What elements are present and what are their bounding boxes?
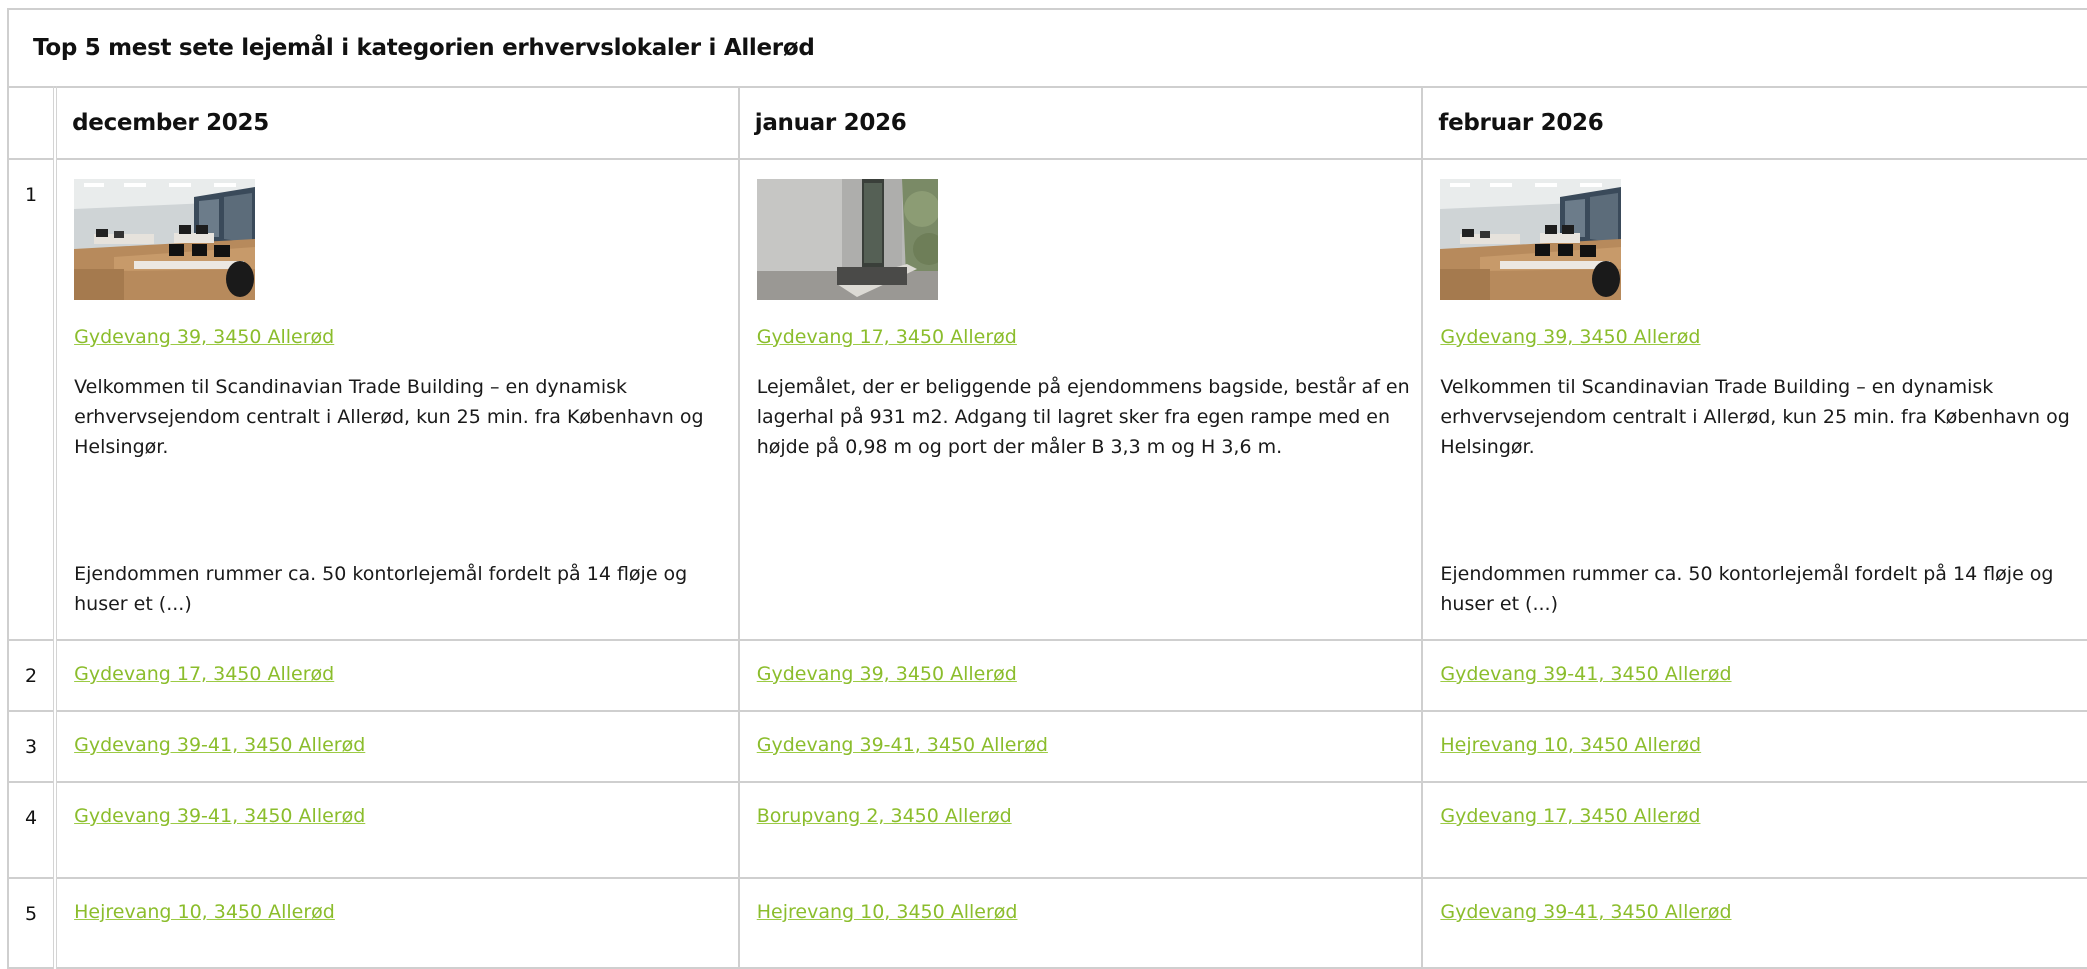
listing-link[interactable]: Gydevang 39, 3450 Allerød [757,663,1017,685]
month-header-cell: december 2025 [54,86,740,160]
rank-number: 3 [6,710,58,783]
listing-description: Velkommen til Scandinavian Trade Buildin… [74,372,738,619]
listing-link[interactable]: Gydevang 39-41, 3450 Allerød [1440,901,1731,923]
title-bar: Top 5 mest sete lejemål i kategorien erh… [9,10,2087,88]
listing-link[interactable]: Gydevang 39, 3450 Allerød [74,326,334,348]
listing-description: Velkommen til Scandinavian Trade Buildin… [1440,372,2087,619]
listing-link[interactable]: Gydevang 39-41, 3450 Allerød [74,805,365,827]
listing-cell: Gydevang 17, 3450 Allerød [1421,781,2087,879]
listing-cell: Hejrevang 10, 3450 Allerød [1421,710,2087,783]
listing-cell: Gydevang 39, 3450 Allerød Velkommen til … [54,158,740,641]
month-label: februar 2026 [1438,110,1604,136]
listing-link[interactable]: Gydevang 39-41, 3450 Allerød [1440,663,1731,685]
listing-link[interactable]: Hejrevang 10, 3450 Allerød [74,901,335,923]
table-row: 2 Gydevang 17, 3450 Allerød Gydevang 39,… [6,639,2087,712]
month-label: december 2025 [72,110,269,136]
office-interior-photo[interactable] [74,179,255,300]
listing-cell: Gydevang 39-41, 3450 Allerød [737,710,1424,783]
listing-link[interactable]: Gydevang 17, 3450 Allerød [1440,805,1700,827]
listing-cell: Hejrevang 10, 3450 Allerød [737,877,1424,969]
month-label: januar 2026 [754,110,907,136]
month-header-cell: januar 2026 [737,86,1424,160]
listing-description: Lejemålet, der er beliggende på ejendomm… [757,372,1422,462]
listing-cell: Borupvang 2, 3450 Allerød [737,781,1424,879]
description-paragraph: Velkommen til Scandinavian Trade Buildin… [74,376,704,458]
description-paragraph: Velkommen til Scandinavian Trade Buildin… [1440,376,2070,458]
month-header-row: december 2025 januar 2026 februar 2026 [6,86,2087,160]
description-paragraph: Ejendommen rummer ca. 50 kontorlejemål f… [74,563,688,615]
listing-cell: Gydevang 39, 3450 Allerød Velkommen til … [1421,158,2087,641]
rank-number: 2 [6,639,58,712]
listing-link[interactable]: Gydevang 17, 3450 Allerød [74,663,334,685]
listing-link[interactable]: Hejrevang 10, 3450 Allerød [757,901,1018,923]
listing-link[interactable]: Gydevang 17, 3450 Allerød [757,326,1017,348]
listing-cell: Gydevang 39-41, 3450 Allerød [1421,877,2087,969]
rank-number: 4 [6,781,58,879]
table-row: 1 Gydevang 39, 3450 Allerød Velkommen ti… [6,158,2087,641]
listing-cell: Hejrevang 10, 3450 Allerød [54,877,740,969]
listing-cell: Gydevang 39, 3450 Allerød [737,639,1424,712]
table-row: 4 Gydevang 39-41, 3450 Allerød Borupvang… [6,781,2087,879]
listing-cell: Gydevang 39-41, 3450 Allerød [54,710,740,783]
listing-link[interactable]: Borupvang 2, 3450 Allerød [757,805,1012,827]
top5-widget: Top 5 mest sete lejemål i kategorien erh… [6,8,2087,969]
listing-cell: Gydevang 39-41, 3450 Allerød [1421,639,2087,712]
rank-number: 1 [6,158,58,641]
listing-link[interactable]: Hejrevang 10, 3450 Allerød [1440,734,1701,756]
rank-header-cell [6,86,58,160]
description-paragraph: Ejendommen rummer ca. 50 kontorlejemål f… [1440,563,2054,615]
widget-title: Top 5 mest sete lejemål i kategorien erh… [33,35,815,61]
month-header-cell: februar 2026 [1421,86,2087,160]
table-row: 3 Gydevang 39-41, 3450 Allerød Gydevang … [6,710,2087,783]
warehouse-ramp-photo[interactable] [757,179,938,300]
rank-number: 5 [6,877,58,969]
listing-cell: Gydevang 17, 3450 Allerød Lejemålet, der… [737,158,1424,641]
office-interior-photo[interactable] [1440,179,1621,300]
listing-link[interactable]: Gydevang 39-41, 3450 Allerød [74,734,365,756]
listing-cell: Gydevang 39-41, 3450 Allerød [54,781,740,879]
ranking-table: december 2025 januar 2026 februar 2026 1… [6,86,2087,969]
table-row: 5 Hejrevang 10, 3450 Allerød Hejrevang 1… [6,877,2087,969]
listing-link[interactable]: Gydevang 39, 3450 Allerød [1440,326,1700,348]
listing-link[interactable]: Gydevang 39-41, 3450 Allerød [757,734,1048,756]
description-paragraph: Lejemålet, der er beliggende på ejendomm… [756,376,1410,458]
listing-cell: Gydevang 17, 3450 Allerød [54,639,740,712]
